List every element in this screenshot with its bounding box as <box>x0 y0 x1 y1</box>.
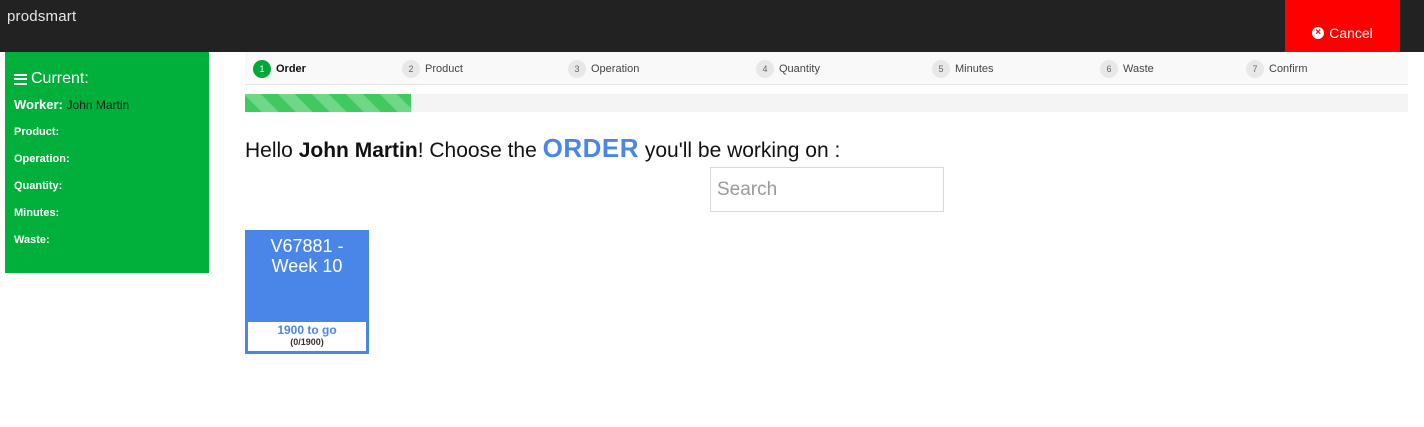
step-number: 6 <box>1100 60 1118 78</box>
minutes-field: Minutes: <box>14 207 60 219</box>
worker-name: John Martin <box>298 139 418 162</box>
step-number: 1 <box>253 60 271 78</box>
panel-title: Current: <box>14 70 200 88</box>
menu-icon <box>14 73 27 85</box>
progress-bar <box>245 94 1408 112</box>
step-number: 5 <box>932 60 950 78</box>
worker-row: Worker: John Martin <box>14 97 200 112</box>
step-product[interactable]: 2 Product <box>402 60 463 78</box>
step-order[interactable]: 1 Order <box>253 60 306 78</box>
order-count: (0/1900) <box>290 337 324 347</box>
search-input[interactable] <box>710 167 944 212</box>
worker-label: Worker: <box>14 97 63 112</box>
step-number: 4 <box>756 60 774 78</box>
step-minutes[interactable]: 5 Minutes <box>932 60 994 78</box>
order-prompt: Hello John Martin! Choose the ORDER you'… <box>245 133 840 164</box>
panel-title-text: Current: <box>31 70 89 87</box>
cancel-label: Cancel <box>1329 25 1373 41</box>
step-waste[interactable]: 6 Waste <box>1100 60 1154 78</box>
wizard-steps: 1 Order 2 Product 3 Operation 4 Quantity… <box>245 52 1408 85</box>
worker-value: John Martin <box>66 98 130 112</box>
order-title: V67881 - Week 10 <box>270 236 344 276</box>
order-remaining: 1900 to go <box>277 323 337 337</box>
waste-field: Waste: <box>14 234 50 246</box>
cancel-button[interactable]: × Cancel <box>1285 0 1400 52</box>
step-label: Operation <box>591 63 640 75</box>
prompt-middle: ! Choose the <box>417 139 543 162</box>
order-card[interactable]: V67881 - Week 10 1900 to go (0/1900) <box>245 230 369 354</box>
step-number: 7 <box>1246 60 1264 78</box>
step-label: Product <box>425 63 463 75</box>
step-label: Quantity <box>779 63 820 75</box>
prompt-suffix: you'll be working on : <box>639 139 841 162</box>
step-quantity[interactable]: 4 Quantity <box>756 60 820 78</box>
brand-logo[interactable]: prodsmart <box>7 8 76 25</box>
quantity-field: Quantity: <box>14 180 63 192</box>
step-label: Waste <box>1123 63 1154 75</box>
step-label: Minutes <box>955 63 994 75</box>
prompt-keyword: ORDER <box>542 133 640 163</box>
top-bar: prodsmart × Cancel <box>0 0 1424 52</box>
order-progress: 1900 to go (0/1900) <box>248 322 366 351</box>
step-number: 3 <box>568 60 586 78</box>
operation-field: Operation: <box>14 153 70 165</box>
current-summary-panel: Current: Worker: John Martin Product: Op… <box>5 52 209 273</box>
step-label: Order <box>276 63 306 75</box>
times-circle-icon: × <box>1312 27 1325 39</box>
step-operation[interactable]: 3 Operation <box>568 60 639 78</box>
step-confirm[interactable]: 7 Confirm <box>1246 60 1308 78</box>
step-number: 2 <box>402 60 420 78</box>
step-label: Confirm <box>1269 63 1308 75</box>
product-field: Product: <box>14 126 60 138</box>
prompt-prefix: Hello <box>245 139 299 162</box>
progress-fill <box>245 94 411 112</box>
